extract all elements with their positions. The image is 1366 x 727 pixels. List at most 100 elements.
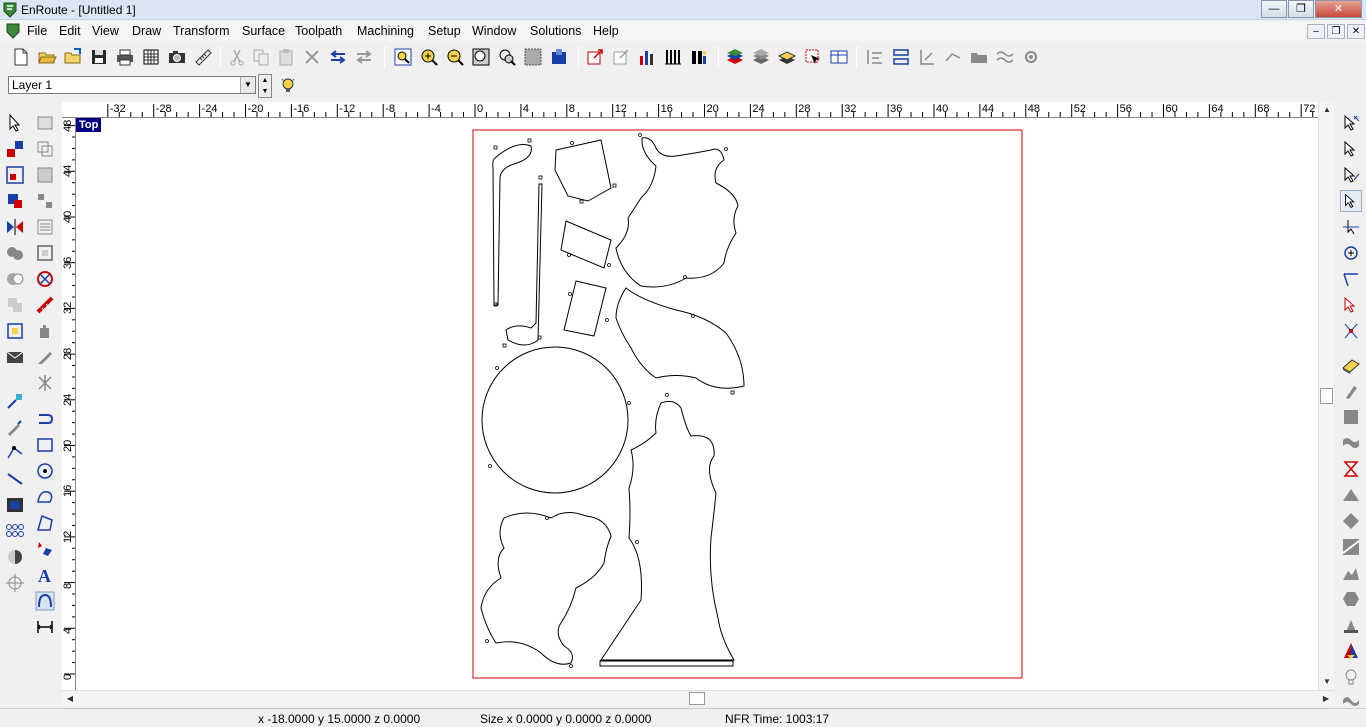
figure-silhouette-shape[interactable] (600, 400, 735, 661)
menu-window[interactable]: Window (472, 24, 516, 38)
layer-spinner[interactable]: ▲ ▼ (258, 74, 272, 98)
bars-icon[interactable] (662, 46, 684, 68)
drawing-canvas[interactable]: Top (76, 118, 1318, 690)
bar-chart-icon[interactable] (636, 46, 658, 68)
mirror-icon[interactable] (4, 216, 26, 238)
group-icon[interactable] (34, 112, 56, 134)
paste-icon[interactable] (275, 46, 297, 68)
measure-tape-icon[interactable] (34, 294, 56, 316)
layer-yellow-icon[interactable] (776, 46, 798, 68)
surface-icon[interactable] (4, 494, 26, 516)
offset-icon[interactable] (4, 320, 26, 342)
hexagon-icon[interactable] (1340, 588, 1362, 610)
scale-icon[interactable] (4, 164, 26, 186)
measure-icon[interactable] (192, 46, 214, 68)
menu-help[interactable]: Help (593, 24, 619, 38)
terrain-icon[interactable] (1340, 562, 1362, 584)
arc-tool-icon[interactable] (34, 590, 56, 612)
scroll-right-icon[interactable]: ▶ (1318, 691, 1334, 707)
menu-view[interactable]: View (92, 24, 119, 38)
scroll-up-icon[interactable]: ▲ (1319, 102, 1335, 118)
rotate-icon[interactable] (4, 190, 26, 212)
new-file-icon[interactable] (10, 46, 32, 68)
circle-shape[interactable] (481, 346, 629, 494)
animal-silhouette-top[interactable] (615, 137, 739, 288)
vertical-scrollbar[interactable]: ▲ ▼ (1318, 102, 1334, 690)
toolpath-active-icon[interactable] (1340, 190, 1362, 212)
no-entry-icon[interactable] (34, 268, 56, 290)
zoom-fit-icon[interactable] (392, 46, 414, 68)
path-icon[interactable] (942, 46, 964, 68)
blob-shape-top[interactable] (554, 139, 612, 202)
toolpath-path-icon[interactable] (1340, 268, 1362, 290)
nest-icon[interactable] (916, 46, 938, 68)
vertical-scroll-thumb[interactable] (1320, 388, 1333, 404)
envelope-icon[interactable] (4, 346, 26, 368)
open-recent-icon[interactable] (62, 46, 84, 68)
minimize-button[interactable]: — (1261, 0, 1287, 18)
zoom-previous-icon[interactable] (496, 46, 518, 68)
arc-arrow-icon[interactable] (34, 408, 56, 430)
hourglass-icon[interactable] (1340, 458, 1362, 480)
undo-icon[interactable] (327, 46, 349, 68)
menu-transform[interactable]: Transform (173, 24, 230, 38)
import-icon[interactable] (610, 46, 632, 68)
print-icon[interactable] (114, 46, 136, 68)
text-tool-icon[interactable]: A (34, 564, 56, 586)
rgb-cone-icon[interactable] (1340, 640, 1362, 662)
leaf-shape[interactable] (615, 287, 745, 389)
save-icon[interactable] (88, 46, 110, 68)
rectangle-tool-icon[interactable] (34, 434, 56, 456)
document-icon[interactable] (6, 23, 20, 39)
toolpath-trim-icon[interactable] (1340, 320, 1362, 342)
mdi-restore-button[interactable]: ❐ (1327, 24, 1345, 39)
distribute-icon[interactable] (890, 46, 912, 68)
horizontal-scroll-thumb[interactable] (689, 692, 705, 705)
golf-club-shape[interactable] (492, 144, 532, 306)
redo-icon[interactable] (353, 46, 375, 68)
horizontal-scrollbar[interactable]: ◀ ▶ (62, 690, 1334, 706)
brush-icon[interactable] (1340, 380, 1362, 402)
layers-icon[interactable] (724, 46, 746, 68)
scroll-down-icon[interactable]: ▼ (1319, 674, 1335, 690)
weld-icon[interactable] (4, 242, 26, 264)
layer-stack-icon[interactable] (750, 46, 772, 68)
menu-solutions[interactable]: Solutions (530, 24, 581, 38)
flag-icon[interactable] (1340, 432, 1362, 454)
base-plate-shape[interactable] (599, 660, 734, 667)
star-tool-icon[interactable] (34, 372, 56, 394)
star-shape-icon[interactable] (34, 538, 56, 560)
toolpath-select-icon[interactable] (1340, 112, 1362, 134)
delete-icon[interactable] (301, 46, 323, 68)
rounded-rect-shape-2[interactable] (563, 280, 607, 337)
eraser-icon[interactable] (1340, 354, 1362, 376)
layer-manager-icon[interactable] (828, 46, 850, 68)
shading-icon[interactable] (4, 546, 26, 568)
color-bars-icon[interactable] (688, 46, 710, 68)
rounded-rect-shape-1[interactable] (560, 220, 612, 269)
mound-icon[interactable] (1340, 484, 1362, 506)
mdi-close-button[interactable]: ✕ (1347, 24, 1365, 39)
animal-silhouette-bottom[interactable] (480, 512, 612, 665)
curve-tool-icon[interactable] (34, 486, 56, 508)
copy-array-icon[interactable] (34, 164, 56, 186)
menu-setup[interactable]: Setup (428, 24, 461, 38)
mdi-minimize-button[interactable]: – (1307, 24, 1325, 39)
club-shaft-shape[interactable] (505, 183, 543, 346)
fill-icon[interactable] (1340, 614, 1362, 636)
menu-draw[interactable]: Draw (132, 24, 161, 38)
camera-icon[interactable] (166, 46, 188, 68)
nodes-icon[interactable] (4, 520, 26, 542)
close-button[interactable]: ✕ (1315, 0, 1362, 18)
menu-toolpath[interactable]: Toolpath (295, 24, 342, 38)
menu-edit[interactable]: Edit (59, 24, 81, 38)
slope-icon[interactable] (1340, 536, 1362, 558)
layer-bulb-icon[interactable] (278, 76, 298, 94)
toolpath-cut-icon[interactable] (1340, 164, 1362, 186)
list-icon[interactable] (34, 216, 56, 238)
polygon-tool-icon[interactable] (34, 512, 56, 534)
pan-icon[interactable] (548, 46, 570, 68)
scroll-left-icon[interactable]: ◀ (62, 691, 78, 707)
line-tool-icon[interactable] (4, 468, 26, 490)
toolpath-edit-icon[interactable] (1340, 138, 1362, 160)
